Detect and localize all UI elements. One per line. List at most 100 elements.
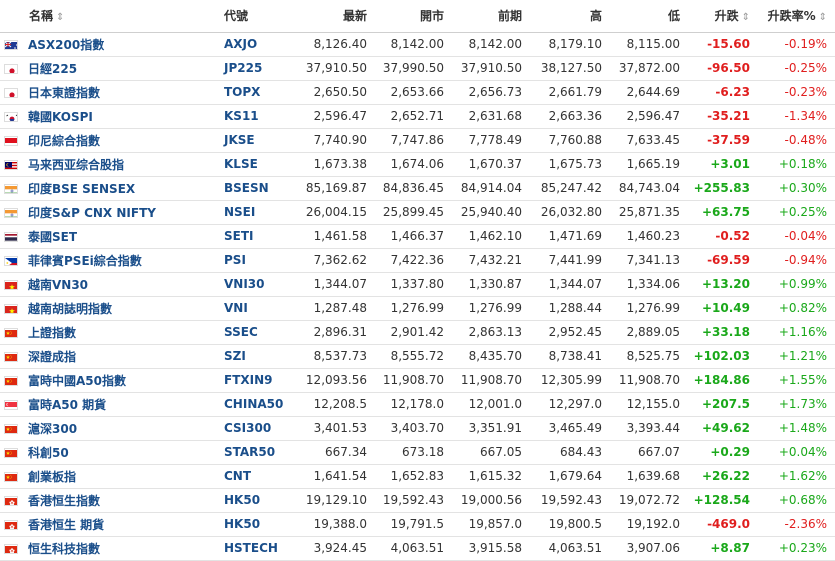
index-name-link[interactable]: 滬深300 (28, 422, 77, 436)
index-code-cell: JP225 (218, 56, 298, 81)
header-name[interactable]: 名稱 ⇕ (0, 0, 218, 33)
index-code-link[interactable]: JKSE (224, 133, 255, 147)
index-code-link[interactable]: CHINA50 (224, 397, 283, 411)
last-price: 8,126.40 (298, 32, 375, 57)
sort-icon[interactable]: ⇕ (819, 12, 827, 23)
index-code-link[interactable]: VNI30 (224, 277, 265, 291)
index-code-link[interactable]: BSESN (224, 181, 269, 195)
table-row[interactable]: 富時A50 期貨 CHINA50 12,208.5 12,178.0 12,001.0 1… (0, 392, 835, 417)
index-code-link[interactable]: CNT (224, 469, 251, 483)
change-value: +13.20 (688, 272, 758, 297)
index-code-link[interactable]: CSI300 (224, 421, 271, 435)
table-row[interactable]: 越南胡誌明指數 VNI 1,287.48 1,276.99 1,276.99 1,288.… (0, 296, 835, 321)
table-row[interactable]: 印尼綜合指數 JKSE 7,740.90 7,747.86 7,778.49 7,760.… (0, 128, 835, 153)
low-price: 1,665.19 (610, 152, 688, 177)
index-code-link[interactable]: JP225 (224, 61, 262, 75)
index-code-link[interactable]: SETI (224, 229, 254, 243)
index-name-link[interactable]: 越南VN30 (28, 278, 88, 292)
index-name-link[interactable]: 越南胡誌明指數 (28, 302, 112, 316)
change-percent: -0.25% (758, 56, 835, 81)
table-row[interactable]: ASX200指數 AXJO 8,126.40 8,142.00 8,142.00 8,17… (0, 32, 835, 57)
table-row[interactable]: 香港恒生指數 HK50 19,129.10 19,592.43 19,000.56 19,… (0, 488, 835, 513)
index-code-link[interactable]: SSEC (224, 325, 258, 339)
table-row[interactable]: 菲律賓PSEi綜合指數 PSI 7,362.62 7,422.36 7,432.21 7,… (0, 248, 835, 273)
index-name-link[interactable]: 恒生科技指數 (28, 542, 100, 556)
low-price: 2,644.69 (610, 80, 688, 105)
index-name-cell: 印尼綜合指數 (0, 128, 218, 153)
index-name-link[interactable]: 科創50 (28, 446, 69, 460)
index-code-link[interactable]: HK50 (224, 517, 260, 531)
index-code-cell: FTXIN9 (218, 368, 298, 393)
last-price: 12,093.56 (298, 368, 375, 393)
table-row[interactable]: 深證成指 SZI 8,537.73 8,555.72 8,435.70 8,738.41 8… (0, 344, 835, 369)
index-code-link[interactable]: SZI (224, 349, 246, 363)
table-row[interactable]: 马来西亚综合股指 KLSE 1,673.38 1,674.06 1,670.37 1,67… (0, 152, 835, 177)
last-price: 1,673.38 (298, 152, 375, 177)
vietnam-flag-icon (4, 304, 18, 314)
index-name-link[interactable]: 泰國SET (28, 230, 77, 244)
index-name-link[interactable]: 香港恒生 期貨 (28, 518, 104, 532)
header-chg[interactable]: 升跌 ⇕ (688, 0, 758, 33)
table-row[interactable]: 日本東證指數 TOPX 2,650.50 2,653.66 2,656.73 2,661.… (0, 80, 835, 105)
index-name-link[interactable]: 富時中國A50指數 (28, 374, 126, 388)
index-code-link[interactable]: FTXIN9 (224, 373, 273, 387)
index-name-link[interactable]: 創業板指 (28, 470, 76, 484)
table-row[interactable]: 富時中國A50指數 FTXIN9 12,093.56 11,908.70 11,908.… (0, 368, 835, 393)
table-row[interactable]: 恒生科技指數 HSTECH 3,924.45 4,063.51 3,915.58 4,06… (0, 536, 835, 561)
index-name-link[interactable]: 印度S&P CNX NIFTY (28, 206, 156, 220)
index-name-link[interactable]: 富時A50 期貨 (28, 398, 106, 412)
japan-flag-icon (4, 88, 18, 98)
last-price: 1,461.58 (298, 224, 375, 249)
table-row[interactable]: 越南VN30 VNI30 1,344.07 1,337.80 1,330.87 1,344… (0, 272, 835, 297)
index-code-link[interactable]: TOPX (224, 85, 260, 99)
table-row[interactable]: 科創50 STAR50 667.34 673.18 667.05 684.43 667.07… (0, 440, 835, 465)
index-name-link[interactable]: 香港恒生指數 (28, 494, 100, 508)
index-code-link[interactable]: KS11 (224, 109, 259, 123)
index-name-link[interactable]: 菲律賓PSEi綜合指數 (28, 254, 142, 268)
table-row[interactable]: 創業板指 CNT 1,641.54 1,652.83 1,615.32 1,679.64 1… (0, 464, 835, 489)
table-row[interactable]: 泰國SET SETI 1,461.58 1,466.37 1,462.10 1,471.6… (0, 224, 835, 249)
sort-icon[interactable]: ⇕ (56, 12, 64, 23)
index-name-link[interactable]: 日本東證指數 (28, 86, 100, 100)
index-code-link[interactable]: STAR50 (224, 445, 275, 459)
index-name-link[interactable]: 日經225 (28, 62, 77, 76)
table-row[interactable]: 香港恒生 期貨 HK50 19,388.0 19,791.5 19,857.0 19,80… (0, 512, 835, 537)
index-name-link[interactable]: 韓國KOSPI (28, 110, 93, 124)
index-code-link[interactable]: PSI (224, 253, 246, 267)
index-code-link[interactable]: HK50 (224, 493, 260, 507)
index-name-link[interactable]: 上證指數 (28, 326, 76, 340)
table-row[interactable]: 上證指數 SSEC 2,896.31 2,901.42 2,863.13 2,952.45… (0, 320, 835, 345)
prev-close: 1,276.99 (452, 296, 530, 321)
index-name-link[interactable]: 马来西亚综合股指 (28, 158, 124, 172)
index-name-link[interactable]: 印尼綜合指數 (28, 134, 100, 148)
index-code-link[interactable]: HSTECH (224, 541, 278, 555)
last-price: 1,344.07 (298, 272, 375, 297)
index-code-cell: HK50 (218, 512, 298, 537)
table-row[interactable]: 滬深300 CSI300 3,401.53 3,403.70 3,351.91 3,465… (0, 416, 835, 441)
index-name-cell: 富時中國A50指數 (0, 368, 218, 393)
index-name-cell: 恒生科技指數 (0, 536, 218, 561)
high-price: 7,760.88 (530, 128, 610, 153)
index-name-link[interactable]: 印度BSE SENSEX (28, 182, 135, 196)
index-name-link[interactable]: 深證成指 (28, 350, 76, 364)
change-percent: -2.36% (758, 512, 835, 537)
table-row[interactable]: 日經225 JP225 37,910.50 37,990.50 37,910.50 38,… (0, 56, 835, 81)
high-price: 2,661.79 (530, 80, 610, 105)
sort-icon[interactable]: ⇕ (742, 12, 750, 23)
header-chg-pct[interactable]: 升跌率% ⇕ (758, 0, 835, 33)
index-code-link[interactable]: VNI (224, 301, 248, 315)
index-code-link[interactable]: NSEI (224, 205, 255, 219)
open-price: 8,142.00 (375, 32, 452, 57)
table-header: 名稱 ⇕ 代號 最新 開市 前期 高 低 升跌 ⇕ 升跌率% ⇕ (0, 0, 835, 33)
index-code-link[interactable]: KLSE (224, 157, 258, 171)
index-code-link[interactable]: AXJO (224, 37, 257, 51)
prev-close: 25,940.40 (452, 200, 530, 225)
table-row[interactable]: 韓國KOSPI KS11 2,596.47 2,652.71 2,631.68 2,663… (0, 104, 835, 129)
table-row[interactable]: 印度S&P CNX NIFTY NSEI 26,004.15 25,899.45 25,… (0, 200, 835, 225)
index-name-link[interactable]: ASX200指數 (28, 38, 104, 52)
open-price: 2,901.42 (375, 320, 452, 345)
low-price: 25,871.35 (610, 200, 688, 225)
table-row[interactable]: 印度BSE SENSEX BSESN 85,169.87 84,836.45 84,91… (0, 176, 835, 201)
index-name-cell: 马来西亚综合股指 (0, 152, 218, 177)
change-value: +49.62 (688, 416, 758, 441)
